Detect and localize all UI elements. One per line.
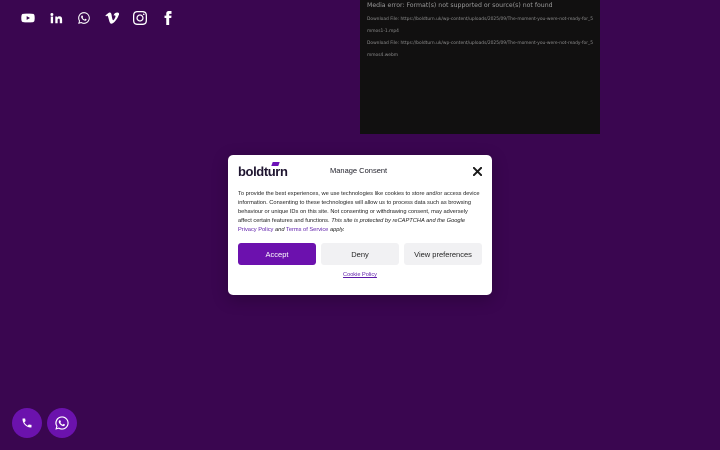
accept-button[interactable]: Accept — [238, 243, 316, 266]
logo-text: boldturn — [238, 164, 288, 179]
facebook-icon[interactable] — [154, 9, 182, 27]
recaptcha-text: This site is protected by reCAPTCHA and … — [331, 218, 466, 225]
consent-header: boldturn Manage Consent — [238, 155, 482, 187]
boldturn-logo: boldturn — [238, 162, 288, 179]
media-error-text: Media error: Format(s) not supported or … — [367, 2, 553, 9]
download-link-webm[interactable]: Download File: https://boldturn.uk/wp-co… — [367, 38, 593, 62]
media-player-error: Media error: Format(s) not supported or … — [360, 0, 600, 134]
social-links — [14, 9, 182, 27]
vimeo-icon[interactable] — [98, 9, 126, 27]
cookie-policy-link[interactable]: Cookie Policy — [238, 272, 482, 278]
recaptcha-and-text: and — [275, 227, 285, 234]
privacy-policy-link[interactable]: Privacy Policy — [238, 227, 273, 233]
recaptcha-apply-text: apply. — [329, 227, 345, 234]
linkedin-icon[interactable] — [42, 9, 70, 27]
whatsapp-icon — [55, 416, 69, 430]
close-button[interactable] — [472, 166, 482, 176]
view-preferences-button[interactable]: View preferences — [404, 243, 482, 266]
consent-dialog: boldturn Manage Consent To provide the b… — [228, 155, 492, 295]
logo-accent-mark — [271, 162, 280, 166]
deny-button[interactable]: Deny — [321, 243, 399, 266]
instagram-icon[interactable] — [126, 9, 154, 27]
consent-message: To provide the best experiences, we use … — [238, 190, 480, 235]
call-button[interactable] — [12, 408, 42, 438]
whatsapp-chat-button[interactable] — [47, 408, 77, 438]
whatsapp-icon[interactable] — [70, 9, 98, 27]
download-link-mp4[interactable]: Download File: https://boldturn.uk/wp-co… — [367, 14, 593, 38]
phone-icon — [22, 418, 32, 428]
consent-title: Manage Consent — [330, 166, 388, 175]
youtube-icon[interactable] — [14, 9, 42, 27]
close-icon — [472, 166, 482, 176]
terms-of-service-link[interactable]: Terms of Service — [286, 227, 328, 233]
consent-buttons: Accept Deny View preferences — [238, 243, 482, 266]
